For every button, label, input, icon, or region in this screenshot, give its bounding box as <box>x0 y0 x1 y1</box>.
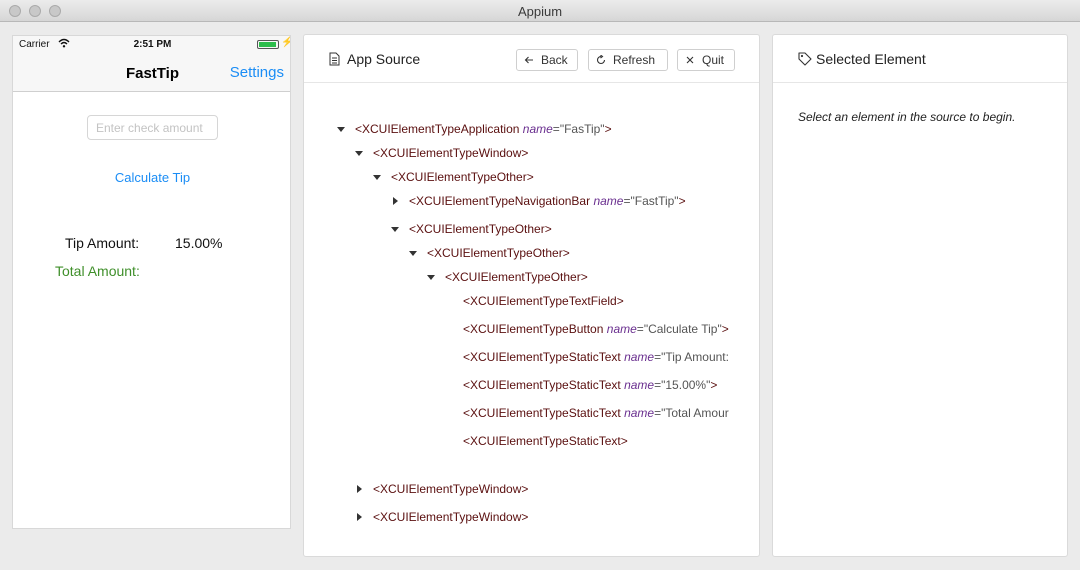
tree-node[interactable]: <XCUIElementTypeStaticText name="Tip Amo… <box>463 350 729 364</box>
tree-node[interactable]: <XCUIElementTypeOther> <box>409 246 570 260</box>
source-tree: <XCUIElementTypeApplication name="FasTip… <box>304 83 759 553</box>
battery-icon <box>257 40 279 49</box>
tip-amount-value: 15.00% <box>175 235 223 251</box>
quit-button-label: Quit <box>702 53 725 67</box>
window-titlebar: Appium <box>0 0 1080 22</box>
tree-node[interactable]: <XCUIElementTypeStaticText name="Total A… <box>463 406 729 420</box>
settings-button[interactable]: Settings <box>230 64 284 81</box>
back-button[interactable]: Back <box>516 49 578 71</box>
status-bar: Carrier 2:51 PM ⚡ <box>13 36 290 54</box>
total-amount-label: Total Amount: <box>55 263 140 279</box>
tree-node[interactable]: <XCUIElementTypeStaticText> <box>463 434 628 448</box>
app-source-panel: App Source Back Refresh Quit <XCUIElemen… <box>303 34 760 557</box>
tree-node[interactable]: <XCUIElementTypeButton name="Calculate T… <box>463 322 729 336</box>
node-attr-name: name <box>522 122 553 136</box>
node-tag: <XCUIElementTypeOther <box>409 222 545 236</box>
node-tag: <XCUIElementTypeButton <box>463 322 604 336</box>
tree-node[interactable]: <XCUIElementTypeNavigationBar name="Fast… <box>393 194 686 208</box>
tip-amount-label: Tip Amount: <box>65 235 140 251</box>
node-tag: <XCUIElementTypeWindow <box>373 482 522 496</box>
node-close: > <box>616 294 624 308</box>
node-close: > <box>604 122 612 136</box>
arrow-left-icon <box>524 56 533 64</box>
node-close: > <box>544 222 552 236</box>
tree-node[interactable]: <XCUIElementTypeWindow> <box>357 510 529 524</box>
close-icon <box>686 56 694 64</box>
tree-node[interactable]: <XCUIElementTypeOther> <box>391 222 552 236</box>
node-attr-name: name <box>606 322 637 336</box>
caret-down-icon[interactable] <box>427 275 435 280</box>
selected-element-header: Selected Element <box>773 35 1067 83</box>
node-close: > <box>521 510 529 524</box>
node-tag: <XCUIElementTypeNavigationBar <box>409 194 591 208</box>
node-tag: <XCUIElementTypeOther <box>427 246 563 260</box>
caret-right-icon[interactable] <box>357 513 362 521</box>
node-attr-value: "Calculate Tip" <box>643 322 722 336</box>
node-attr-value: "FasTip" <box>559 122 605 136</box>
status-time: 2:51 PM <box>133 39 172 50</box>
node-attr-name: name <box>624 378 655 392</box>
caret-down-icon[interactable] <box>355 151 363 156</box>
node-tag: <XCUIElementTypeWindow <box>373 146 522 160</box>
charging-icon: ⚡ <box>281 37 290 48</box>
window-title: Appium <box>517 4 563 19</box>
quit-button[interactable]: Quit <box>677 49 735 71</box>
tag-icon <box>798 52 812 66</box>
caret-down-icon[interactable] <box>409 251 417 256</box>
node-attr-value: "Total Amour <box>661 406 729 420</box>
node-tag: <XCUIElementTypeStaticText <box>463 406 621 420</box>
node-tag: <XCUIElementTypeWindow <box>373 510 522 524</box>
tree-node[interactable]: <XCUIElementTypeTextField> <box>463 294 624 308</box>
node-tag: <XCUIElementTypeOther <box>391 170 527 184</box>
device-screenshot: Carrier 2:51 PM ⚡ FastTip Settings Calcu… <box>12 35 291 529</box>
check-amount-input[interactable] <box>87 115 218 140</box>
node-close: > <box>580 270 588 284</box>
tree-node[interactable]: <XCUIElementTypeWindow> <box>357 482 529 496</box>
tree-node[interactable]: <XCUIElementTypeOther> <box>427 270 588 284</box>
node-close: > <box>526 170 534 184</box>
node-close: > <box>562 246 570 260</box>
tree-node[interactable]: <XCUIElementTypeStaticText name="15.00%"… <box>463 378 717 392</box>
app-source-title: App Source <box>347 51 421 67</box>
node-close: > <box>620 434 628 448</box>
app-source-header: App Source Back Refresh Quit <box>304 35 759 83</box>
caret-down-icon[interactable] <box>373 175 381 180</box>
node-tag: <XCUIElementTypeOther <box>445 270 581 284</box>
refresh-button[interactable]: Refresh <box>588 49 668 71</box>
node-close: > <box>721 322 729 336</box>
selected-element-panel: Selected Element Select an element in th… <box>772 34 1068 557</box>
node-tag: <XCUIElementTypeStaticText <box>463 434 621 448</box>
calculate-tip-button[interactable]: Calculate Tip <box>13 170 290 185</box>
back-button-label: Back <box>541 53 568 67</box>
node-tag: <XCUIElementTypeApplication <box>355 122 520 136</box>
node-attr-name: name <box>593 194 624 208</box>
tree-node[interactable]: <XCUIElementTypeWindow> <box>355 146 529 160</box>
node-close: > <box>521 482 529 496</box>
caret-down-icon[interactable] <box>337 127 345 132</box>
navigation-bar: FastTip Settings <box>13 54 290 92</box>
node-attr-value: "FastTip" <box>630 194 679 208</box>
selected-element-title: Selected Element <box>816 51 926 67</box>
caret-right-icon[interactable] <box>357 485 362 493</box>
node-tag: <XCUIElementTypeTextField <box>463 294 617 308</box>
node-close: > <box>710 378 718 392</box>
node-tag: <XCUIElementTypeStaticText <box>463 350 621 364</box>
tree-node[interactable]: <XCUIElementTypeApplication name="FasTip… <box>337 122 612 136</box>
caret-down-icon[interactable] <box>391 227 399 232</box>
refresh-button-label: Refresh <box>613 53 656 67</box>
caret-right-icon[interactable] <box>393 197 398 205</box>
node-attr-name: name <box>624 406 655 420</box>
node-attr-value: "15.00%" <box>661 378 711 392</box>
node-close: > <box>678 194 686 208</box>
tree-node[interactable]: <XCUIElementTypeOther> <box>373 170 534 184</box>
node-tag: <XCUIElementTypeStaticText <box>463 378 621 392</box>
refresh-icon <box>596 55 606 65</box>
node-attr-value: "Tip Amount: <box>661 350 729 364</box>
node-attr-name: name <box>624 350 655 364</box>
document-icon <box>329 52 340 66</box>
selected-element-hint: Select an element in the source to begin… <box>798 110 1016 124</box>
node-close: > <box>521 146 529 160</box>
